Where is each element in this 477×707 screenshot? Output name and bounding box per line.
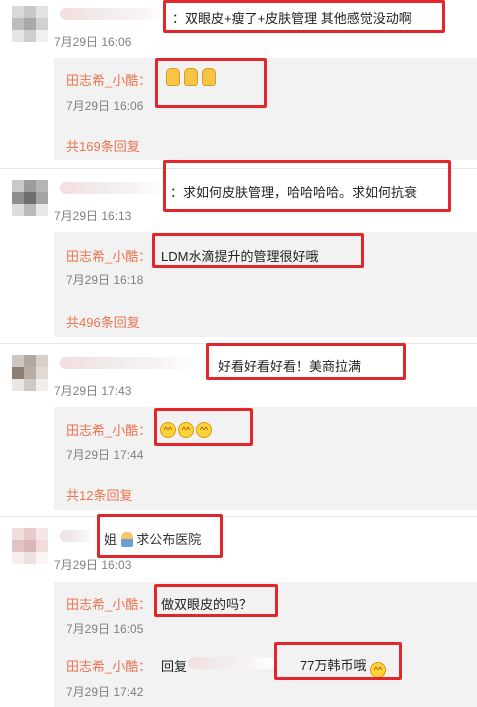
comment-date: 7月29日 16:03 — [54, 558, 132, 572]
avatar[interactable] — [12, 6, 48, 42]
blurred-username — [60, 8, 170, 20]
reply-date: 7月29日 16:05 — [66, 622, 144, 636]
highlight-box — [163, 160, 451, 212]
avatar[interactable] — [12, 180, 48, 216]
blurred-username — [60, 357, 200, 369]
highlight-box — [154, 408, 253, 446]
more-replies-link[interactable]: 共496条回复 — [66, 312, 140, 331]
divider — [0, 516, 477, 517]
blurred-username — [188, 657, 274, 669]
more-replies-link[interactable]: 共12条回复 — [66, 485, 132, 504]
reply-prefix: 回复 — [161, 659, 188, 674]
comment-date: 7月29日 16:06 — [54, 35, 132, 49]
reply-author[interactable]: 田志希_小酷： — [66, 246, 151, 265]
reply-date: 7月29日 16:06 — [66, 99, 144, 113]
comment-date: 7月29日 17:43 — [54, 384, 132, 398]
blurred-username — [60, 530, 94, 542]
reply-author[interactable]: 田志希_小酷： — [66, 656, 151, 675]
reply-date: 7月29日 17:42 — [66, 685, 144, 699]
reply-author[interactable]: 田志希_小酷： — [66, 594, 151, 613]
avatar[interactable] — [12, 528, 48, 564]
avatar[interactable] — [12, 355, 48, 391]
highlight-box — [154, 584, 278, 617]
highlight-box — [155, 58, 267, 108]
highlight-box — [97, 514, 223, 558]
reply-author[interactable]: 田志希_小酷： — [66, 70, 151, 89]
blurred-username — [60, 182, 166, 194]
more-replies-link[interactable]: 共169条回复 — [66, 136, 140, 155]
highlight-box — [274, 642, 402, 680]
highlight-box — [152, 233, 364, 268]
reply-date: 7月29日 16:18 — [66, 273, 144, 287]
comment-date: 7月29日 16:13 — [54, 209, 132, 223]
reply-date: 7月29日 17:44 — [66, 448, 144, 462]
highlight-box — [163, 0, 445, 33]
highlight-box — [206, 343, 406, 380]
reply-author[interactable]: 田志希_小酷： — [66, 420, 151, 439]
